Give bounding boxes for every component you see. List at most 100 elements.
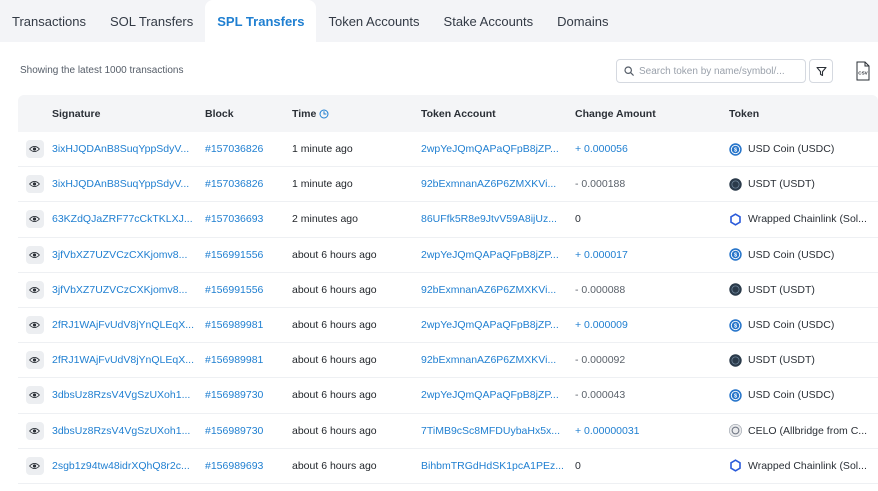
token-cell[interactable]: USDT (USDT) <box>729 354 877 367</box>
tab-transactions[interactable]: Transactions <box>0 0 98 42</box>
table-row: 3dbsUz8RzsV4VgSzUXoh1... #156989730 about … <box>18 378 878 414</box>
view-details-button[interactable] <box>25 245 44 264</box>
view-details-button[interactable] <box>25 140 44 159</box>
view-details-button[interactable] <box>25 421 44 440</box>
token-account-link[interactable]: 2wpYeJQmQAPaQFpB8jZP... <box>421 249 575 261</box>
view-details-button[interactable] <box>25 316 44 335</box>
usdt-token-icon <box>729 283 742 297</box>
csv-export-button[interactable]: CSV <box>854 60 872 82</box>
change-amount: - 0.000092 <box>575 354 626 367</box>
block-link[interactable]: #157036826 <box>205 178 292 190</box>
token-cell[interactable]: $ USD Coin (USDC) <box>729 318 877 332</box>
table-row: 3ixHJQDAnB8SuqYppSdyV... #157036826 1 minu… <box>18 167 878 203</box>
block-link[interactable]: #156989693 <box>205 460 292 472</box>
table-row: 3jfVbXZ7UZVCzCXKjomv8... #156991556 about … <box>18 273 878 308</box>
token-name: USDT (USDT) <box>748 354 815 367</box>
header-time[interactable]: Time <box>292 108 421 120</box>
token-name: USD Coin (USDC) <box>748 319 835 332</box>
filter-icon <box>815 66 827 76</box>
signature-link[interactable]: 3jfVbXZ7UZVCzCXKjomv8... <box>51 284 205 296</box>
block-link[interactable]: #156989730 <box>205 389 292 401</box>
signature-link[interactable]: 63KZdQJaZRF77cCkTKLXJ... <box>51 213 205 225</box>
chainlink-token-icon <box>730 459 741 473</box>
signature-link[interactable]: 3jfVbXZ7UZVCzCXKjomv8... <box>51 249 205 261</box>
token-name: USDT (USDT) <box>748 283 815 296</box>
token-account-link[interactable]: 2wpYeJQmQAPaQFpB8jZP... <box>421 143 575 155</box>
token-name: USDT (USDT) <box>748 178 815 191</box>
filter-button[interactable] <box>809 59 833 83</box>
change-amount: + 0.000056 <box>575 143 628 156</box>
usdt-token-icon <box>729 178 742 191</box>
view-details-button[interactable] <box>25 351 44 370</box>
token-cell[interactable]: Wrapped Chainlink (Sol... <box>729 213 877 226</box>
eye-icon <box>29 357 40 364</box>
token-name: USD Coin (USDC) <box>748 143 835 156</box>
signature-link[interactable]: 3ixHJQDAnB8SuqYppSdyV... <box>51 178 205 190</box>
time-cell: 1 minute ago <box>292 143 353 156</box>
token-cell[interactable]: $ USD Coin (USDC) <box>729 142 877 156</box>
tab-stake-accounts[interactable]: Stake Accounts <box>432 0 546 42</box>
token-account-link[interactable]: 92bExmnanAZ6P6ZMXKVi... <box>421 178 575 190</box>
header-token: Token <box>729 107 760 120</box>
table-row: 2fRJ1WAjFvUdV8jYnQLEqX... #156989981 about… <box>18 308 878 344</box>
token-cell[interactable]: $ USD Coin (USDC) <box>729 389 877 402</box>
eye-icon <box>29 286 40 293</box>
view-details-button[interactable] <box>25 280 44 299</box>
table-row: 2sgb1z94tw48idrXQhQ8r2c... #156989693 abou… <box>18 449 878 484</box>
usdc-token-icon: $ <box>729 248 742 261</box>
signature-link[interactable]: 2fRJ1WAjFvUdV8jYnQLEqX... <box>51 319 205 331</box>
token-account-link[interactable]: BihbmTRGdHdSK1pcA1PEz... <box>421 460 575 472</box>
block-link[interactable]: #156989730 <box>205 425 292 437</box>
change-amount: - 0.000088 <box>575 283 626 296</box>
token-account-link[interactable]: 7TiMB9cSc8MFDUybaHx5x... <box>421 425 575 437</box>
block-link[interactable]: #156991556 <box>205 284 292 296</box>
token-name: USD Coin (USDC) <box>748 389 835 402</box>
token-account-link[interactable]: 2wpYeJQmQAPaQFpB8jZP... <box>421 389 575 401</box>
usdc-token-icon: $ <box>729 142 742 156</box>
token-name: Wrapped Chainlink (Sol... <box>748 213 867 226</box>
block-link[interactable]: #156989981 <box>205 319 292 331</box>
usdt-token-icon <box>729 354 742 367</box>
usdc-token-icon: $ <box>729 318 742 332</box>
block-link[interactable]: #157036826 <box>205 143 292 155</box>
token-account-link[interactable]: 92bExmnanAZ6P6ZMXKVi... <box>421 284 575 296</box>
usdc-token-icon: $ <box>729 389 742 402</box>
token-account-link[interactable]: 86UFfk5R8e9JtvV59A8ijUz... <box>421 213 575 225</box>
token-account-link[interactable]: 2wpYeJQmQAPaQFpB8jZP... <box>421 319 575 331</box>
token-search-input[interactable] <box>639 65 799 77</box>
eye-icon <box>29 181 40 188</box>
block-link[interactable]: #157036693 <box>205 213 292 225</box>
signature-link[interactable]: 2sgb1z94tw48idrXQhQ8r2c... <box>51 460 205 472</box>
view-details-button[interactable] <box>25 386 44 405</box>
time-cell: 1 minute ago <box>292 178 353 191</box>
view-details-button[interactable] <box>25 456 44 475</box>
token-cell[interactable]: USDT (USDT) <box>729 178 877 191</box>
view-details-button[interactable] <box>25 210 44 229</box>
token-cell[interactable]: CELO (Allbridge from C... <box>729 424 877 438</box>
clock-icon[interactable] <box>319 109 329 119</box>
signature-link[interactable]: 3dbsUz8RzsV4VgSzUXoh1... <box>51 425 205 437</box>
tab-spl-transfers[interactable]: SPL Transfers <box>205 0 317 42</box>
token-cell[interactable]: USDT (USDT) <box>729 283 877 297</box>
signature-link[interactable]: 3ixHJQDAnB8SuqYppSdyV... <box>51 143 205 155</box>
eye-icon <box>29 251 40 258</box>
spl-transfers-panel: Showing the latest 1000 transactions CSV… <box>0 42 878 491</box>
signature-link[interactable]: 3dbsUz8RzsV4VgSzUXoh1... <box>51 389 205 401</box>
token-account-link[interactable]: 92bExmnanAZ6P6ZMXKVi... <box>421 354 575 366</box>
table-header: Signature Block Time Token Account Chang… <box>18 95 878 132</box>
signature-link[interactable]: 2fRJ1WAjFvUdV8jYnQLEqX... <box>51 354 205 366</box>
view-details-button[interactable] <box>25 175 44 194</box>
tab-token-accounts[interactable]: Token Accounts <box>316 0 431 42</box>
tab-sol-transfers[interactable]: SOL Transfers <box>98 0 205 42</box>
table-row: 3ixHJQDAnB8SuqYppSdyV... #157036826 1 minu… <box>18 132 878 168</box>
time-cell: about 6 hours ago <box>292 319 377 332</box>
eye-icon <box>29 321 40 329</box>
token-cell[interactable]: $ USD Coin (USDC) <box>729 248 877 261</box>
token-cell[interactable]: Wrapped Chainlink (Sol... <box>729 459 877 473</box>
block-link[interactable]: #156991556 <box>205 249 292 261</box>
token-name: Wrapped Chainlink (Sol... <box>748 459 867 472</box>
block-link[interactable]: #156989981 <box>205 354 292 366</box>
eye-icon <box>29 427 40 434</box>
eye-icon <box>29 392 40 399</box>
tab-domains[interactable]: Domains <box>545 0 620 42</box>
